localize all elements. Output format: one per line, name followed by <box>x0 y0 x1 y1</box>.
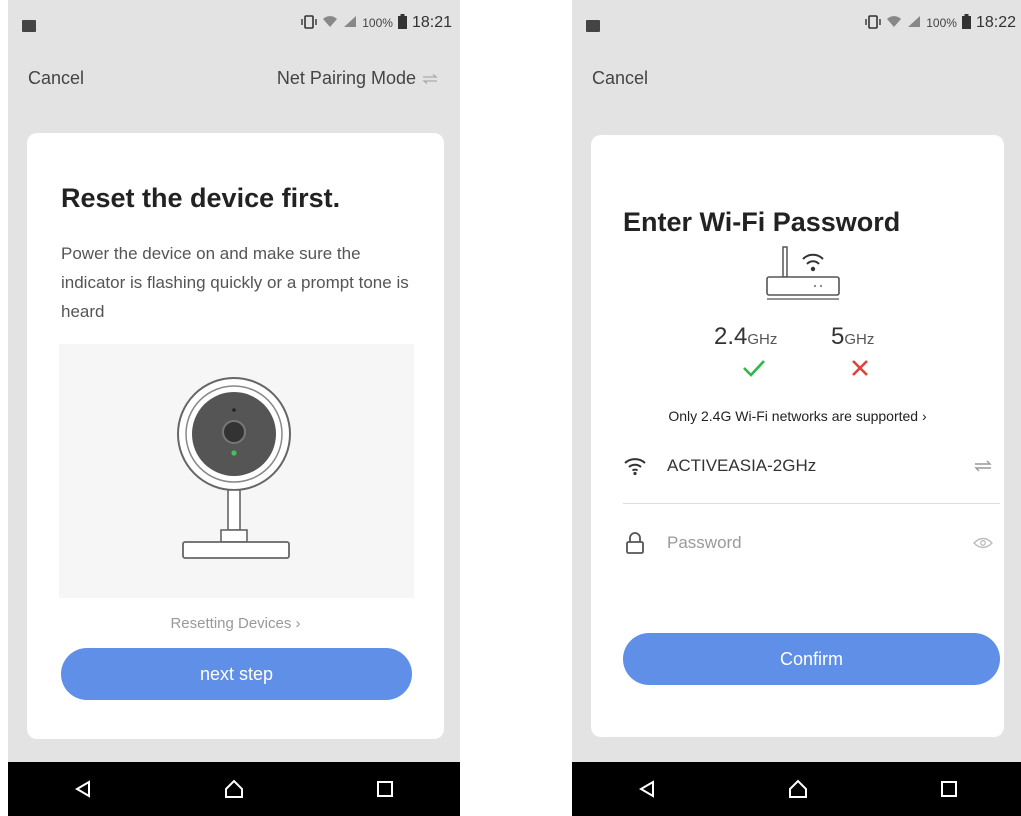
resetting-devices-label: Resetting Devices <box>170 615 292 632</box>
wifi-network-row[interactable]: ACTIVEASIA-2GHz <box>621 444 996 488</box>
divider <box>623 503 1000 504</box>
cancel-button[interactable]: Cancel <box>28 68 84 89</box>
back-triangle-icon <box>75 780 91 798</box>
home-nav-button[interactable] <box>778 769 818 809</box>
recents-nav-button[interactable] <box>929 769 969 809</box>
clock: 18:21 <box>411 14 452 31</box>
page-title: Reset the device first. <box>61 183 341 213</box>
status-bar: 100% 18:21 <box>8 0 460 50</box>
camera-icon <box>177 377 291 559</box>
signal-icon <box>343 15 357 31</box>
battery-percent: 100% <box>362 16 393 30</box>
supported-networks-label: Only 2.4G Wi-Fi networks are supported <box>668 408 919 424</box>
eye-icon[interactable] <box>970 533 996 553</box>
wifi-ssid-value: ACTIVEASIA-2GHz <box>667 456 817 475</box>
gallery-icon <box>586 20 600 32</box>
freq-2-4-unit: GHz <box>747 331 778 348</box>
wifi-status-icon <box>322 15 338 31</box>
back-nav-button[interactable] <box>627 769 667 809</box>
status-bar: 100% 18:22 <box>572 0 1021 50</box>
page-title: Enter Wi-Fi Password <box>623 207 901 237</box>
resetting-devices-link[interactable]: Resetting Devices › <box>27 615 444 632</box>
freq-5-value: 5 <box>831 323 845 350</box>
battery-percent: 100% <box>926 16 957 30</box>
vibrate-icon <box>301 14 317 32</box>
net-pairing-mode-button[interactable]: Net Pairing Mode <box>277 68 438 89</box>
swap-icon <box>422 68 438 89</box>
vibrate-icon <box>865 14 881 32</box>
freq-5-unit: GHz <box>844 331 875 348</box>
back-nav-button[interactable] <box>63 769 103 809</box>
wifi-icon <box>621 452 649 480</box>
cross-icon <box>849 357 871 386</box>
wifi-status-icon <box>886 15 902 31</box>
password-row[interactable]: Password <box>621 521 996 565</box>
home-icon <box>224 779 243 798</box>
supported-networks-link[interactable]: Only 2.4G Wi-Fi networks are supported › <box>591 408 1004 424</box>
cancel-button[interactable]: Cancel <box>592 68 648 89</box>
clock: 18:22 <box>975 14 1016 31</box>
freq-2-4ghz-label: 2.4GHz <box>714 323 777 351</box>
chevron-right-icon: › <box>921 408 927 424</box>
confirm-button[interactable]: Confirm <box>623 633 1000 685</box>
top-bar: Cancel Net Pairing Mode <box>24 68 444 96</box>
phone-screen-wifi: 100% 18:22 Cancel Enter Wi-Fi Password 2… <box>572 0 1021 816</box>
recents-nav-button[interactable] <box>365 769 405 809</box>
chevron-right-icon: › <box>295 615 301 632</box>
next-step-button[interactable]: next step <box>61 648 412 700</box>
battery-icon <box>961 14 971 32</box>
system-nav-bar <box>572 762 1021 816</box>
wifi-card: Enter Wi-Fi Password 2.4GHz 5GHz Only 2.… <box>591 135 1004 737</box>
freq-2-4-value: 2.4 <box>714 323 748 350</box>
net-pairing-mode-label: Net Pairing Mode <box>276 68 416 88</box>
system-nav-bar <box>8 762 460 816</box>
home-icon <box>788 779 807 798</box>
signal-icon <box>907 15 921 31</box>
freq-5ghz-label: 5GHz <box>831 323 874 351</box>
top-bar: Cancel <box>588 68 1008 96</box>
phone-screen-reset: 100% 18:21 Cancel Net Pairing Mode Reset… <box>8 0 460 816</box>
check-icon <box>741 357 767 386</box>
home-nav-button[interactable] <box>214 769 254 809</box>
reset-card: Reset the device first. Power the device… <box>27 133 444 739</box>
gallery-icon <box>22 20 36 32</box>
lock-icon <box>621 529 649 557</box>
instruction-text: Power the device on and make sure the in… <box>61 244 409 321</box>
router-icon <box>766 246 840 300</box>
square-icon <box>376 781 393 797</box>
battery-icon <box>397 14 407 32</box>
back-triangle-icon <box>639 780 655 798</box>
swap-network-icon[interactable] <box>970 456 996 476</box>
device-illustration <box>59 344 414 598</box>
square-icon <box>940 781 957 797</box>
password-field[interactable]: Password <box>667 533 970 553</box>
